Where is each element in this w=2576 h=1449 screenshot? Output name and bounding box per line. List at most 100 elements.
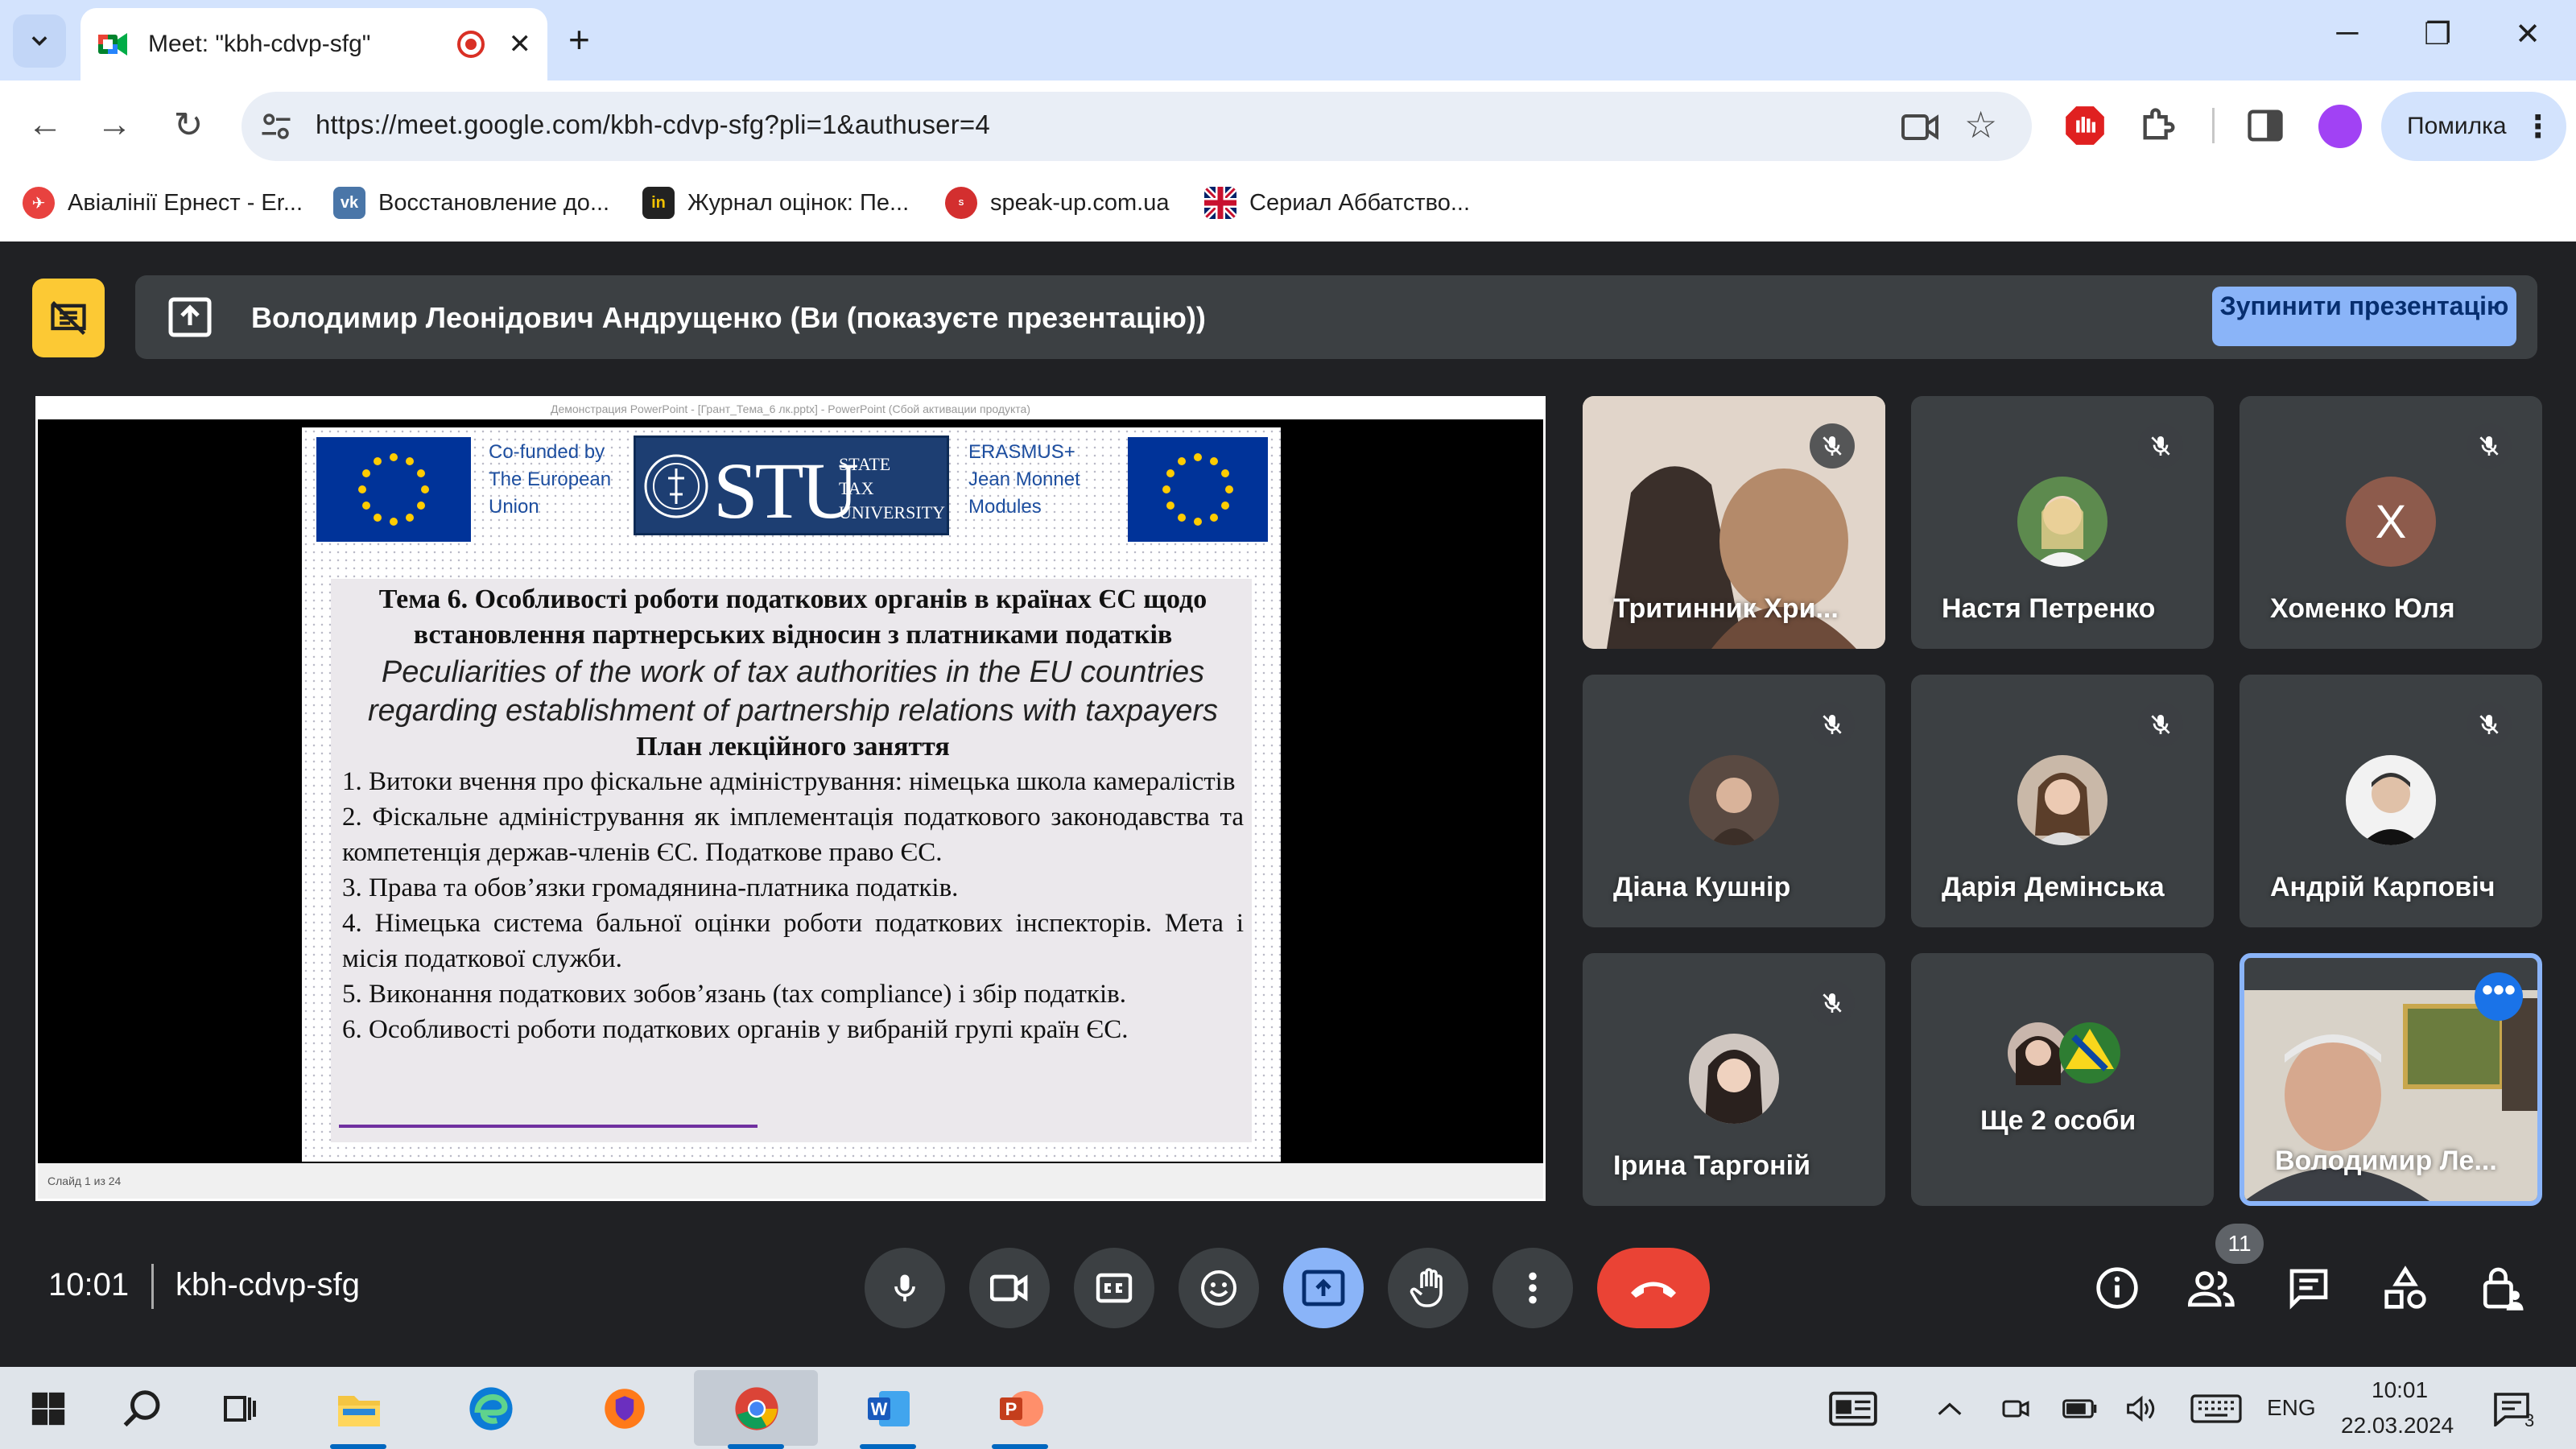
activities-button[interactable] <box>2378 1261 2433 1315</box>
start-button[interactable] <box>24 1385 72 1433</box>
profile-avatar[interactable] <box>2318 105 2362 148</box>
slide-plan-heading: План лекційного заняття <box>636 732 950 762</box>
taskbar-chrome[interactable] <box>733 1385 781 1433</box>
raise-hand-button[interactable] <box>1388 1248 1468 1328</box>
stop-presenting-button[interactable]: Зупинити презентацію <box>2212 287 2516 346</box>
muted-mic-icon <box>1810 980 1855 1026</box>
airline-favicon-icon: ✈ <box>23 187 55 219</box>
close-window-button[interactable]: ✕ <box>2504 16 2552 52</box>
chrome-icon <box>735 1387 778 1430</box>
address-bar[interactable]: https://meet.google.com/kbh-cdvp-sfg?pli… <box>242 92 2032 161</box>
participant-tile[interactable]: Тритинник Хри... <box>1583 396 1885 649</box>
more-participants-tile[interactable]: Ще 2 особи <box>1911 953 2214 1206</box>
more-vert-icon: ⋮ <box>2522 109 2553 144</box>
presenting-banner-text: Володимир Леонідович Андрущенко (Ви (пок… <box>251 301 1206 334</box>
bookmark-label: speak-up.com.ua <box>990 189 1170 216</box>
erasmus-text: ERASMUS+ Jean Monnet Modules <box>968 439 1080 521</box>
participant-avatar <box>1689 755 1779 845</box>
muted-mic-icon <box>2138 702 2183 747</box>
reload-button[interactable]: ↻ <box>164 105 213 146</box>
participant-tile[interactable]: Ірина Таргоній <box>1583 953 1885 1206</box>
camera-tray-icon <box>2002 1400 2029 1418</box>
participant-tile[interactable]: Андрій Карповіч <box>2240 675 2542 927</box>
taskbar-word[interactable]: W <box>865 1385 913 1433</box>
keyboard-icon <box>2190 1394 2242 1423</box>
present-to-all-icon <box>1302 1269 1345 1307</box>
input-language[interactable]: ENG <box>2267 1395 2316 1421</box>
taskbar-time[interactable]: 10:01 <box>2372 1377 2428 1403</box>
bookmark-item-1[interactable]: ✈ Авіалінії Ернест - Er... <box>23 185 303 221</box>
meeting-code: kbh-cdvp-sfg <box>175 1267 360 1302</box>
participant-tile[interactable]: Діана Кушнір <box>1583 675 1885 927</box>
back-button[interactable]: ← <box>21 105 69 145</box>
more-options-icon[interactable]: ••• <box>2475 972 2523 1021</box>
videocam-icon <box>990 1274 1028 1302</box>
restore-window-button[interactable]: ❐ <box>2413 16 2462 52</box>
university-emblem-icon <box>644 454 708 518</box>
bookmark-item-3[interactable]: in Журнал оцінок: Пе... <box>642 185 909 221</box>
minimize-window-button[interactable]: ─ <box>2323 16 2372 51</box>
bookmark-item-5[interactable]: Сериал Аббатство... <box>1204 185 1470 221</box>
extensions-puzzle-icon[interactable] <box>2138 105 2180 147</box>
camera-button[interactable] <box>969 1248 1050 1328</box>
participant-tile[interactable]: Х Хоменко Юля <box>2240 396 2542 649</box>
participant-tile[interactable]: Настя Петренко <box>1911 396 2214 649</box>
host-controls-button[interactable] <box>2475 1261 2529 1315</box>
chat-button[interactable] <box>2281 1261 2336 1315</box>
news-icon <box>1829 1391 1877 1426</box>
participant-avatar <box>1689 1034 1779 1124</box>
taskbar-powerpoint[interactable]: P <box>997 1385 1045 1433</box>
cofunded-text: Co-funded by The European Union <box>489 439 611 521</box>
task-view-button[interactable] <box>216 1385 264 1433</box>
slide-accent-line <box>339 1125 758 1128</box>
slide-title: Тема 6. Особливості роботи податкових ор… <box>378 584 1208 650</box>
journal-favicon-icon: in <box>642 187 675 219</box>
bookmark-label: Авіалінії Ернест - Er... <box>68 189 303 216</box>
ad-blocker-extension-icon[interactable] <box>2064 105 2106 147</box>
meeting-details-button[interactable] <box>2090 1261 2145 1315</box>
bookmark-item-4[interactable]: S speak-up.com.ua <box>945 185 1169 221</box>
side-panel-icon[interactable] <box>2244 105 2286 147</box>
reactions-button[interactable] <box>1179 1248 1259 1328</box>
muted-mic-icon <box>2138 423 2183 469</box>
camera-in-use-icon[interactable] <box>1901 111 1940 143</box>
taskbar-file-explorer[interactable] <box>335 1385 383 1433</box>
mic-icon <box>894 1274 915 1302</box>
touch-keyboard-button[interactable] <box>2188 1385 2244 1433</box>
closed-captions-icon <box>1096 1273 1133 1303</box>
meet-tray-button[interactable] <box>1992 1385 2040 1433</box>
more-options-button[interactable] <box>1492 1248 1573 1328</box>
tab-search-button[interactable] <box>13 14 66 68</box>
clock-separator <box>151 1264 154 1309</box>
search-button[interactable] <box>119 1385 167 1433</box>
battery-indicator[interactable] <box>2056 1385 2104 1433</box>
svg-text:W: W <box>871 1399 888 1419</box>
taskbar-date[interactable]: 22.03.2024 <box>2341 1413 2454 1439</box>
bookmark-star-icon[interactable]: ☆ <box>1964 103 1997 147</box>
volume-button[interactable] <box>2117 1385 2165 1433</box>
site-info-icon[interactable] <box>259 109 293 143</box>
captions-button[interactable] <box>1074 1248 1154 1328</box>
profile-error-chip[interactable]: Помилка ⋮ <box>2381 92 2566 161</box>
present-now-button[interactable] <box>1283 1248 1364 1328</box>
muted-mic-icon <box>1810 702 1855 747</box>
leave-call-button[interactable] <box>1597 1248 1710 1328</box>
show-hidden-icons-button[interactable] <box>1926 1385 1974 1433</box>
bookmark-item-2[interactable]: vk Восстановление до... <box>333 185 609 221</box>
taskbar-vpn-app[interactable] <box>601 1385 649 1433</box>
shield-app-icon <box>605 1389 645 1429</box>
people-button[interactable] <box>2185 1261 2240 1315</box>
chevron-down-icon <box>31 36 47 46</box>
news-widget-button[interactable] <box>1829 1385 1877 1433</box>
microphone-button[interactable] <box>865 1248 945 1328</box>
speakup-favicon-icon: S <box>945 187 977 219</box>
new-tab-button[interactable]: + <box>568 18 590 61</box>
taskbar-edge[interactable] <box>467 1385 515 1433</box>
participant-tile[interactable]: Дарія Демінська <box>1911 675 2214 927</box>
browser-tab-meet[interactable]: Meet: "kbh-cdvp-sfg" ✕ <box>80 8 547 80</box>
self-video-tile[interactable]: ••• Володимир Ле... <box>2240 953 2542 1206</box>
presentation-layout-button[interactable] <box>32 279 105 357</box>
close-tab-icon[interactable]: ✕ <box>509 28 532 60</box>
meeting-clock: 10:01 <box>48 1267 130 1302</box>
forward-button[interactable]: → <box>90 105 138 145</box>
